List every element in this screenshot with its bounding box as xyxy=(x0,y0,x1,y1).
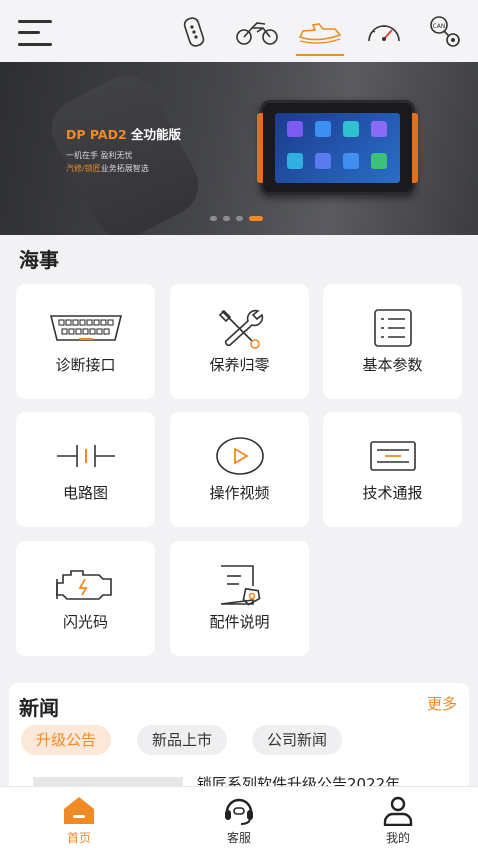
feature-label: 闪光码 xyxy=(62,613,108,631)
news-tab-upgrade[interactable]: 升级公告 xyxy=(21,725,112,755)
news-panel: 新闻 更多 升级公告 新品上市 公司新闻 锁匠系列软件升级公告2022年 xyxy=(9,683,469,793)
hamburger-menu-icon[interactable] xyxy=(18,17,54,47)
bulletin-icon xyxy=(323,434,462,478)
carousel-dot[interactable] xyxy=(210,216,217,221)
feature-card-parts-description[interactable]: 配件说明 xyxy=(170,541,309,656)
speedometer-icon[interactable] xyxy=(364,12,404,52)
home-icon xyxy=(39,795,119,827)
jet-ski-icon[interactable] xyxy=(296,12,344,56)
can-bus-icon[interactable]: CAN xyxy=(426,12,464,52)
promo-banner[interactable]: DP PAD2 全功能版 一机在手 盈利无忧 汽修/锁匠业务拓展智选 xyxy=(0,62,478,235)
nav-profile[interactable]: 我的 xyxy=(358,795,438,846)
engine-flash-icon xyxy=(16,563,155,607)
feature-card-flash-code[interactable]: 闪光码 xyxy=(16,541,155,656)
feature-card-diagnostic-port[interactable]: 诊断接口 xyxy=(16,284,155,399)
tablet-device-image xyxy=(257,100,418,195)
svg-text:CAN: CAN xyxy=(433,23,446,30)
nav-label: 首页 xyxy=(66,831,91,845)
wrench-screwdriver-icon xyxy=(170,306,309,350)
section-title: 海事 xyxy=(19,248,59,272)
user-icon xyxy=(358,795,438,827)
news-tab-company[interactable]: 公司新闻 xyxy=(252,725,343,755)
car-key-icon[interactable] xyxy=(178,12,212,52)
feature-card-technical-bulletin[interactable]: 技术通报 xyxy=(323,412,462,527)
carousel-dot[interactable] xyxy=(223,216,230,221)
bottom-navigation: 首页 客服 我的 xyxy=(0,786,478,850)
feature-label: 电路图 xyxy=(62,484,108,502)
banner-line-1: 一机在手 盈利无忧 xyxy=(66,151,133,160)
news-more-link[interactable]: 更多 xyxy=(427,693,457,714)
banner-title: DP PAD2 全功能版 xyxy=(66,127,182,142)
play-video-icon xyxy=(170,434,309,478)
nav-label: 客服 xyxy=(226,831,251,845)
nav-home[interactable]: 首页 xyxy=(39,795,119,846)
parameter-list-icon xyxy=(323,306,462,350)
obd-connector-icon xyxy=(16,306,155,350)
top-bar: CAN xyxy=(0,0,478,62)
nav-customer-service[interactable]: 客服 xyxy=(199,795,279,846)
feature-card-operation-video[interactable]: 操作视频 xyxy=(170,412,309,527)
news-title: 新闻 xyxy=(19,696,59,720)
feature-label: 配件说明 xyxy=(209,613,270,631)
carousel-dot-active[interactable] xyxy=(249,216,263,221)
headset-icon xyxy=(199,795,279,827)
carousel-indicator xyxy=(210,216,263,221)
feature-label: 诊断接口 xyxy=(55,356,116,374)
feature-label: 保养归零 xyxy=(209,356,270,374)
carousel-dot[interactable] xyxy=(236,216,243,221)
feature-card-maintenance-reset[interactable]: 保养归零 xyxy=(170,284,309,399)
news-tab-new-products[interactable]: 新品上市 xyxy=(137,725,228,755)
feature-label: 基本参数 xyxy=(362,356,423,374)
feature-label: 技术通报 xyxy=(362,484,423,502)
nav-label: 我的 xyxy=(385,831,410,845)
feature-card-circuit-diagram[interactable]: 电路图 xyxy=(16,412,155,527)
feature-card-basic-parameters[interactable]: 基本参数 xyxy=(323,284,462,399)
parts-document-icon xyxy=(170,563,309,607)
circuit-diagram-icon xyxy=(16,434,155,478)
banner-line-2: 汽修/锁匠业务拓展智选 xyxy=(66,164,149,173)
motorcycle-icon[interactable] xyxy=(234,12,280,52)
feature-label: 操作视频 xyxy=(209,484,270,502)
